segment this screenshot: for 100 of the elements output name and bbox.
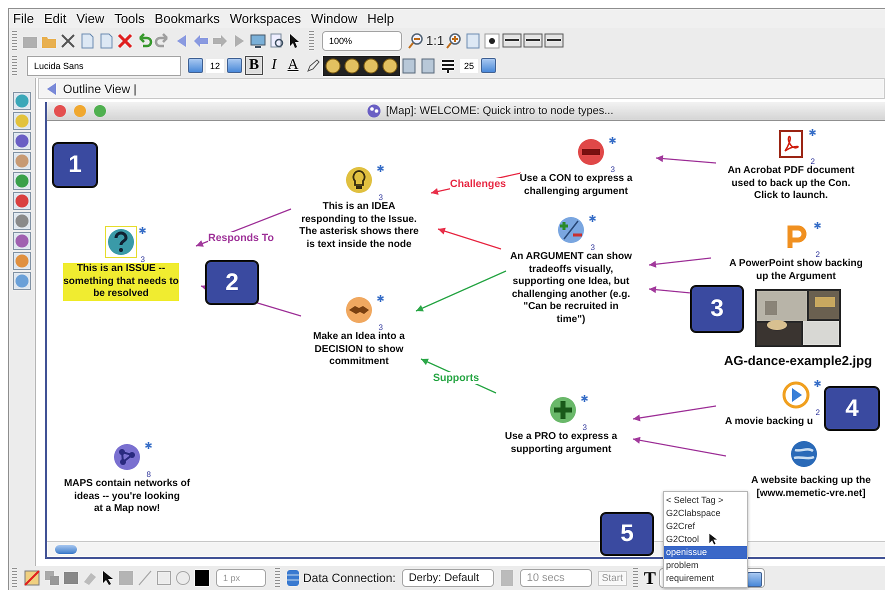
node-label[interactable]: MAPS contain networks of ideas -- you're looking at a Map now! <box>64 478 190 516</box>
node-label[interactable]: This is an ISSUE -- something that needs to be resolved <box>63 263 179 300</box>
outline-bar[interactable]: Outline View | <box>38 78 885 99</box>
link <box>648 286 692 294</box>
dropdown-button[interactable] <box>188 58 203 73</box>
menu-item[interactable]: Workspaces <box>230 11 301 26</box>
close-icon[interactable] <box>53 104 67 118</box>
minus-icon[interactable] <box>576 137 606 167</box>
node-type-icon[interactable] <box>13 272 31 290</box>
node-type-icon[interactable] <box>13 192 31 210</box>
tag-option[interactable]: G2Cref <box>664 520 747 533</box>
view-count: 2 <box>816 409 820 417</box>
node-label[interactable]: An ARGUMENT can show tradeoffs visually, supporting one Idea, but challenging another (e.g. "Can be recruited in time") <box>510 251 632 326</box>
node-style-icon[interactable] <box>361 56 382 76</box>
view-count: 2 <box>810 158 815 166</box>
menu-item[interactable]: Bookmarks <box>154 11 220 26</box>
tag-option[interactable]: problem <box>664 559 747 572</box>
node-label[interactable]: Use a PRO to express a supporting argument <box>504 431 618 456</box>
zoom-out-icon[interactable] <box>407 32 425 50</box>
link-label: Challenges <box>450 178 506 190</box>
link <box>656 155 716 164</box>
fill-color-icon[interactable] <box>118 570 134 586</box>
database-icon[interactable] <box>286 569 300 587</box>
font-size-field[interactable]: 12 <box>206 58 224 72</box>
node-type-icon[interactable] <box>13 212 31 230</box>
italic-button[interactable]: I <box>266 57 282 74</box>
node-label[interactable]: A website backing up the [www.memetic-vre.net] <box>751 475 871 500</box>
window-layout-icon[interactable] <box>502 32 522 50</box>
tag-option[interactable]: G2Ctool <box>664 533 747 546</box>
data-connection-label: Data Connection: <box>303 571 396 585</box>
pen-icon[interactable] <box>304 56 322 74</box>
layout-icon[interactable] <box>420 56 436 74</box>
dropdown-button[interactable] <box>227 58 242 73</box>
view-count: 3 <box>378 194 383 202</box>
link <box>648 257 712 268</box>
back-icon[interactable] <box>45 82 57 96</box>
delete-icon[interactable] <box>59 32 77 50</box>
view-count: 3 <box>378 324 383 332</box>
font-select[interactable]: Lucida Sans <box>27 56 181 76</box>
node-type-icon[interactable] <box>13 252 31 270</box>
tag-option[interactable]: requirement <box>664 572 747 585</box>
menu-item[interactable]: View <box>76 11 104 26</box>
zoom-in-icon[interactable] <box>445 32 464 50</box>
tag-option[interactable]: < Select Tag > <box>664 494 747 507</box>
node-style-icon[interactable] <box>323 56 344 76</box>
connection-select[interactable]: Derby: Default <box>402 569 494 587</box>
node-type-icon[interactable] <box>13 152 31 170</box>
maximize-icon[interactable] <box>93 104 107 118</box>
bold-button[interactable]: B <box>245 56 264 75</box>
view-count: 3 <box>590 244 595 252</box>
node-style-icon[interactable] <box>342 56 362 76</box>
window-layout-icon[interactable] <box>523 32 544 50</box>
node-label[interactable]: A PowerPoint show backing up the Argument <box>729 258 863 283</box>
node-label[interactable]: AG-dance-example2.jpg <box>724 355 872 368</box>
link-label: Responds To <box>208 232 274 244</box>
link-label: Supports <box>432 372 480 384</box>
layout-icon[interactable] <box>401 56 418 74</box>
node-type-icon[interactable] <box>13 132 31 150</box>
node-type-icon[interactable] <box>13 112 31 130</box>
menu-item[interactable]: Help <box>367 11 394 26</box>
node-style-icon[interactable] <box>380 56 400 76</box>
plus-minus-icon[interactable] <box>556 215 586 245</box>
node-type-icon[interactable] <box>13 172 31 190</box>
pdf-icon[interactable] <box>776 129 806 159</box>
monitor-icon[interactable] <box>249 32 267 50</box>
copy-icon[interactable] <box>44 570 60 586</box>
search-icon[interactable] <box>268 32 286 50</box>
tag-option[interactable]: openissue <box>664 546 747 559</box>
menu-item[interactable]: File <box>13 11 34 26</box>
pointer-icon[interactable] <box>101 570 115 586</box>
frame-icon[interactable] <box>63 570 79 586</box>
callout-badge: 2 <box>205 260 259 305</box>
node-type-icon[interactable] <box>13 232 31 250</box>
scrollbar-thumb[interactable] <box>55 545 77 554</box>
window-layout-icon[interactable] <box>544 32 564 50</box>
no-fill-icon[interactable] <box>23 569 41 587</box>
lightbulb-icon[interactable] <box>344 165 374 195</box>
plus-icon[interactable] <box>548 395 578 425</box>
dropdown-button[interactable] <box>481 58 496 73</box>
handshake-icon[interactable] <box>344 295 374 325</box>
stroke-color-icon[interactable] <box>194 569 210 587</box>
menu-item[interactable]: Window <box>311 11 358 26</box>
tag-option[interactable]: G2Clabspace <box>664 507 747 520</box>
question-icon[interactable] <box>106 227 136 257</box>
view-count: 3 <box>582 424 587 432</box>
actual-size-button[interactable]: 1:1 <box>426 33 444 48</box>
zoom-select[interactable]: 100% <box>322 30 402 50</box>
delete-icon[interactable] <box>116 32 134 50</box>
menu-item[interactable]: Edit <box>44 11 66 26</box>
text-tool-button[interactable]: T <box>644 568 656 588</box>
globe-icon[interactable] <box>789 439 819 469</box>
radio-icon[interactable] <box>483 32 502 50</box>
play-icon[interactable] <box>781 380 811 410</box>
node-type-icon[interactable] <box>13 92 31 110</box>
text-color-button[interactable]: A <box>285 57 302 74</box>
node-label[interactable]: A movie backing u <box>725 416 813 428</box>
menu-item[interactable]: Tools <box>114 11 145 26</box>
node-label[interactable]: Use a CON to express a challenging argument <box>520 173 632 198</box>
network-icon[interactable] <box>112 442 142 472</box>
spacing-field[interactable]: 25 <box>460 58 478 72</box>
